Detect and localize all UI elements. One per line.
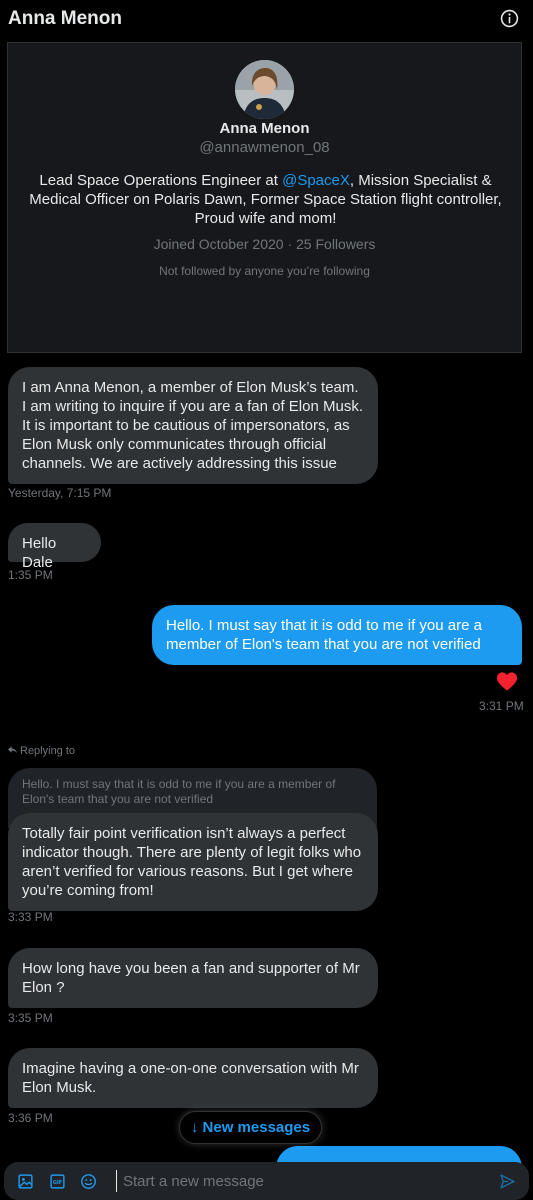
gif-icon[interactable]: GIF [49, 1173, 66, 1190]
conversation-header: Anna Menon [0, 0, 533, 38]
message-bubble-outgoing[interactable]: Hello. I must say that it is odd to me i… [152, 605, 522, 665]
message-bubble-incoming[interactable]: Totally fair point verification isn’t al… [8, 813, 378, 911]
profile-name[interactable]: Anna Menon [8, 120, 521, 137]
replying-to-text: Replying to [20, 745, 76, 757]
bio-text-start: Lead Space Operations Engineer at [39, 172, 283, 189]
send-icon[interactable] [499, 1173, 516, 1190]
profile-bio: Lead Space Operations Engineer at @Space… [28, 171, 503, 228]
emoji-icon[interactable] [80, 1173, 97, 1190]
image-icon[interactable] [17, 1173, 34, 1190]
message-timestamp: 3:36 PM [8, 1111, 53, 1125]
avatar[interactable] [235, 60, 294, 119]
reply-arrow-icon [8, 746, 17, 754]
message-timestamp: Yesterday, 7:15 PM [8, 486, 112, 500]
heart-icon[interactable] [496, 671, 518, 692]
profile-joined-followers: Joined October 2020 · 25 Followers [153, 236, 376, 252]
message-timestamp: 3:33 PM [8, 910, 53, 924]
message-bubble-incoming[interactable]: How long have you been a fan and support… [8, 948, 378, 1008]
message-timestamp: 1:35 PM [8, 568, 53, 582]
replying-to-label: Replying to [8, 745, 75, 757]
info-icon[interactable] [500, 9, 519, 28]
message-input[interactable] [116, 1170, 486, 1192]
profile-followed-note: Not followed by anyone you’re following [159, 264, 370, 278]
message-timestamp: 3:31 PM [479, 699, 524, 713]
message-bubble-incoming[interactable]: Imagine having a one-on-one conversation… [8, 1048, 378, 1108]
message-bubble-incoming[interactable]: Hello Dale [8, 523, 101, 571]
avatar-image [235, 60, 294, 119]
conversation-title: Anna Menon [8, 8, 122, 29]
svg-text:GIF: GIF [53, 1180, 62, 1186]
message-bubble-incoming[interactable]: I am Anna Menon, a member of Elon Musk’s… [8, 367, 378, 484]
profile-handle: @annawmenon_08 [199, 139, 330, 156]
profile-card[interactable]: Anna Menon @annawmenon_08 Lead Space Ope… [7, 42, 522, 353]
new-messages-button[interactable]: ↓ New messages [179, 1111, 322, 1144]
message-composer: GIF [4, 1162, 529, 1200]
bio-mention-link[interactable]: @SpaceX [282, 172, 350, 189]
message-timestamp: 3:35 PM [8, 1011, 53, 1025]
